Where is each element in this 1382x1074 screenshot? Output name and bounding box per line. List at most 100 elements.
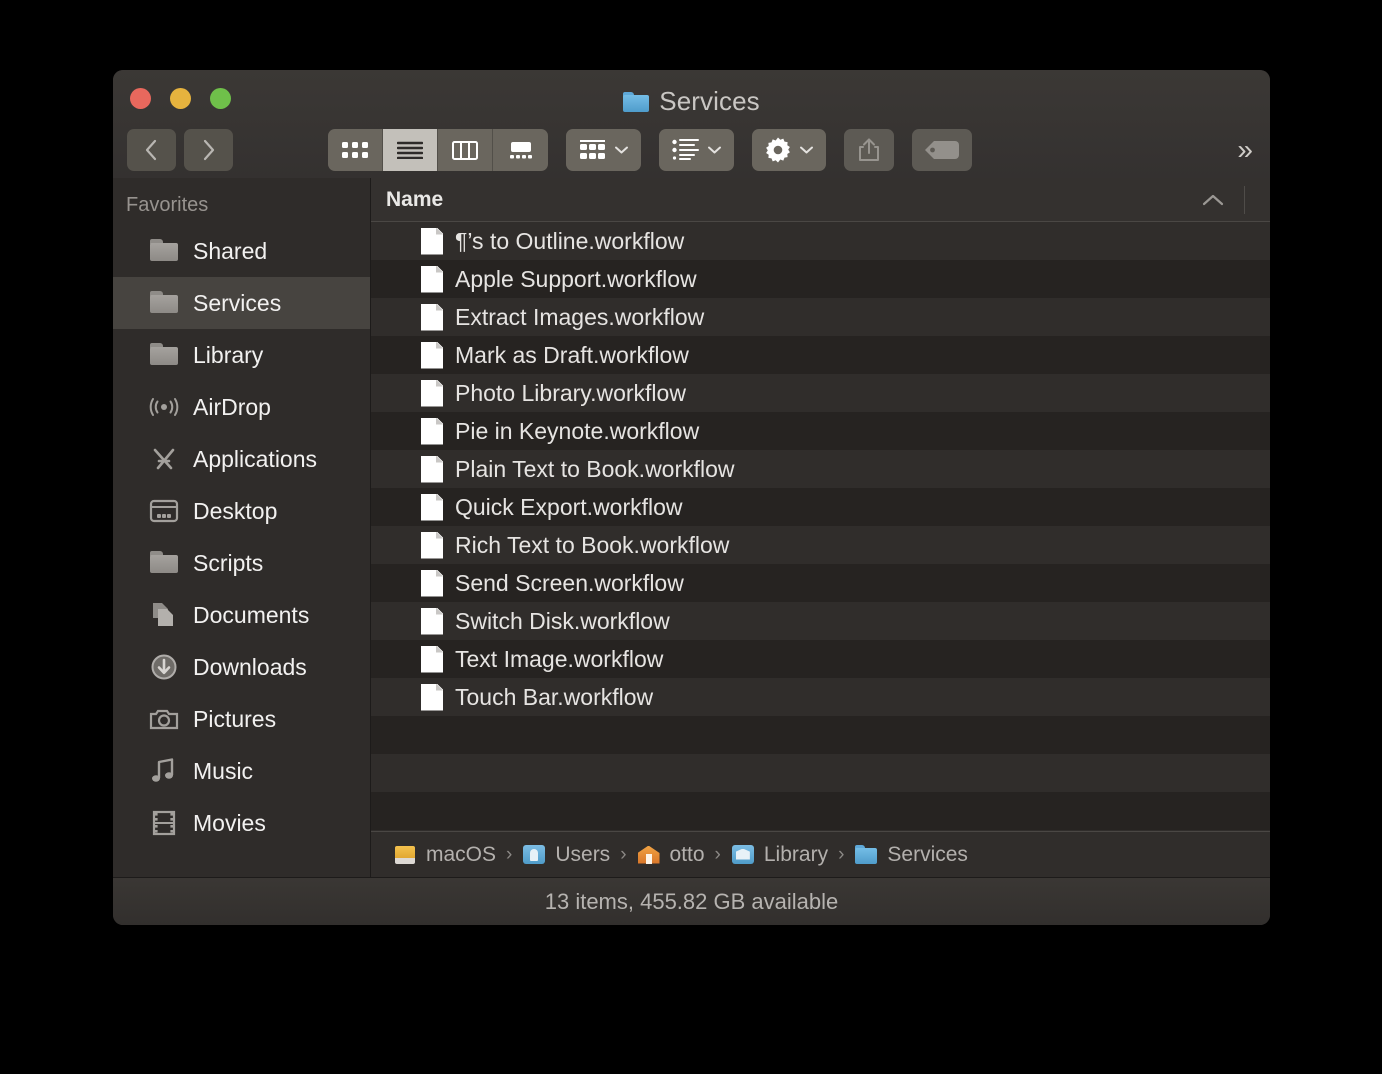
toolbar-overflow-button[interactable]: » xyxy=(1237,134,1256,166)
sidebar-item-shared[interactable]: Shared xyxy=(113,225,370,277)
column-view-button[interactable] xyxy=(438,129,493,171)
share-icon xyxy=(857,137,881,163)
sidebar-item-label: Pictures xyxy=(193,706,276,733)
path-bar: macOS › Users › otto › Library › xyxy=(371,831,1270,877)
sidebar-item-services[interactable]: Services xyxy=(113,277,370,329)
list-view-button[interactable] xyxy=(383,129,438,171)
sidebar-item-label: Downloads xyxy=(193,654,307,681)
movies-icon xyxy=(149,810,179,836)
table-row[interactable]: Photo Library.workflow xyxy=(371,374,1270,412)
chevron-down-icon xyxy=(615,146,628,154)
table-row[interactable]: Text Image.workflow xyxy=(371,640,1270,678)
folder-icon xyxy=(149,238,179,264)
back-icon xyxy=(145,139,158,161)
sidebar-item-desktop[interactable]: Desktop xyxy=(113,485,370,537)
sidebar-item-scripts[interactable]: Scripts xyxy=(113,537,370,589)
group-by-button[interactable] xyxy=(566,129,641,171)
sidebar-item-music[interactable]: Music xyxy=(113,745,370,797)
breadcrumb-label: macOS xyxy=(426,843,496,867)
breadcrumb-label: Users xyxy=(555,843,610,867)
document-icon xyxy=(421,532,443,559)
table-row[interactable]: Apple Support.workflow xyxy=(371,260,1270,298)
sidebar-item-label: Library xyxy=(193,342,263,369)
grid-icon xyxy=(342,141,368,159)
airdrop-icon xyxy=(149,394,179,420)
empty-row xyxy=(371,716,1270,754)
forward-icon xyxy=(202,139,215,161)
icon-view-button[interactable] xyxy=(328,129,383,171)
empty-row xyxy=(371,754,1270,792)
table-row[interactable]: Switch Disk.workflow xyxy=(371,602,1270,640)
table-row[interactable]: Send Screen.workflow xyxy=(371,564,1270,602)
table-row[interactable]: ¶’s to Outline.workflow xyxy=(371,222,1270,260)
sidebar-item-documents[interactable]: Documents xyxy=(113,589,370,641)
sidebar-item-applications[interactable]: Applications xyxy=(113,433,370,485)
breadcrumb-macos[interactable]: macOS xyxy=(393,843,496,867)
document-icon xyxy=(421,570,443,597)
file-rows: ¶’s to Outline.workflow Apple Support.wo… xyxy=(371,222,1270,831)
document-icon xyxy=(421,684,443,711)
breadcrumb-otto[interactable]: otto xyxy=(637,843,705,867)
file-name: Extract Images.workflow xyxy=(455,304,704,331)
library-icon xyxy=(731,845,755,865)
status-text: 13 items, 455.82 GB available xyxy=(545,889,839,915)
sort-ascending-icon xyxy=(1202,193,1224,206)
disk-icon xyxy=(393,845,417,865)
forward-button[interactable] xyxy=(184,129,233,171)
pictures-icon xyxy=(149,706,179,732)
document-icon xyxy=(421,608,443,635)
table-row[interactable]: Extract Images.workflow xyxy=(371,298,1270,336)
file-name: Apple Support.workflow xyxy=(455,266,697,293)
document-icon xyxy=(421,646,443,673)
sidebar-item-downloads[interactable]: Downloads xyxy=(113,641,370,693)
arrange-icon xyxy=(672,139,699,161)
sidebar-item-library[interactable]: Library xyxy=(113,329,370,381)
sidebar: Favorites Shared Services Library xyxy=(113,178,371,877)
file-name: Mark as Draft.workflow xyxy=(455,342,689,369)
breadcrumb-separator: › xyxy=(506,844,512,866)
breadcrumb-separator: › xyxy=(715,844,721,866)
column-header-label: Name xyxy=(386,188,443,212)
arrange-button[interactable] xyxy=(659,129,734,171)
document-icon xyxy=(421,266,443,293)
documents-icon xyxy=(149,602,179,628)
window-title-text: Services xyxy=(659,86,760,117)
tag-button[interactable] xyxy=(912,129,972,171)
users-icon xyxy=(522,845,546,865)
list-icon xyxy=(397,141,423,159)
toolbar: » xyxy=(113,124,1270,176)
table-row[interactable]: Quick Export.workflow xyxy=(371,488,1270,526)
sidebar-item-label: Applications xyxy=(193,446,317,473)
table-row[interactable]: Touch Bar.workflow xyxy=(371,678,1270,716)
column-divider[interactable] xyxy=(1244,186,1245,214)
navigation-group xyxy=(127,129,233,171)
tag-icon xyxy=(925,140,959,160)
breadcrumb-label: Services xyxy=(887,843,968,867)
table-row[interactable]: Pie in Keynote.workflow xyxy=(371,412,1270,450)
file-name: Switch Disk.workflow xyxy=(455,608,670,635)
back-button[interactable] xyxy=(127,129,176,171)
share-button[interactable] xyxy=(844,129,894,171)
file-list-area: Name ¶’s to Outline.workflow Apple Suppo… xyxy=(371,178,1270,877)
document-icon xyxy=(421,494,443,521)
breadcrumb-users[interactable]: Users xyxy=(522,843,610,867)
folder-icon xyxy=(854,845,878,865)
window-body: Favorites Shared Services Library xyxy=(113,178,1270,877)
document-icon xyxy=(421,380,443,407)
action-button[interactable] xyxy=(752,129,826,171)
breadcrumb-library[interactable]: Library xyxy=(731,843,828,867)
column-header-name[interactable]: Name xyxy=(371,178,1270,222)
sidebar-item-pictures[interactable]: Pictures xyxy=(113,693,370,745)
table-row[interactable]: Mark as Draft.workflow xyxy=(371,336,1270,374)
gallery-view-button[interactable] xyxy=(493,129,548,171)
sidebar-item-movies[interactable]: Movies xyxy=(113,797,370,849)
sidebar-item-airdrop[interactable]: AirDrop xyxy=(113,381,370,433)
folder-icon xyxy=(623,92,649,112)
file-name: Pie in Keynote.workflow xyxy=(455,418,699,445)
table-row[interactable]: Rich Text to Book.workflow xyxy=(371,526,1270,564)
breadcrumb-services[interactable]: Services xyxy=(854,843,968,867)
table-row[interactable]: Plain Text to Book.workflow xyxy=(371,450,1270,488)
file-name: Photo Library.workflow xyxy=(455,380,686,407)
document-icon xyxy=(421,342,443,369)
folder-icon xyxy=(149,550,179,576)
